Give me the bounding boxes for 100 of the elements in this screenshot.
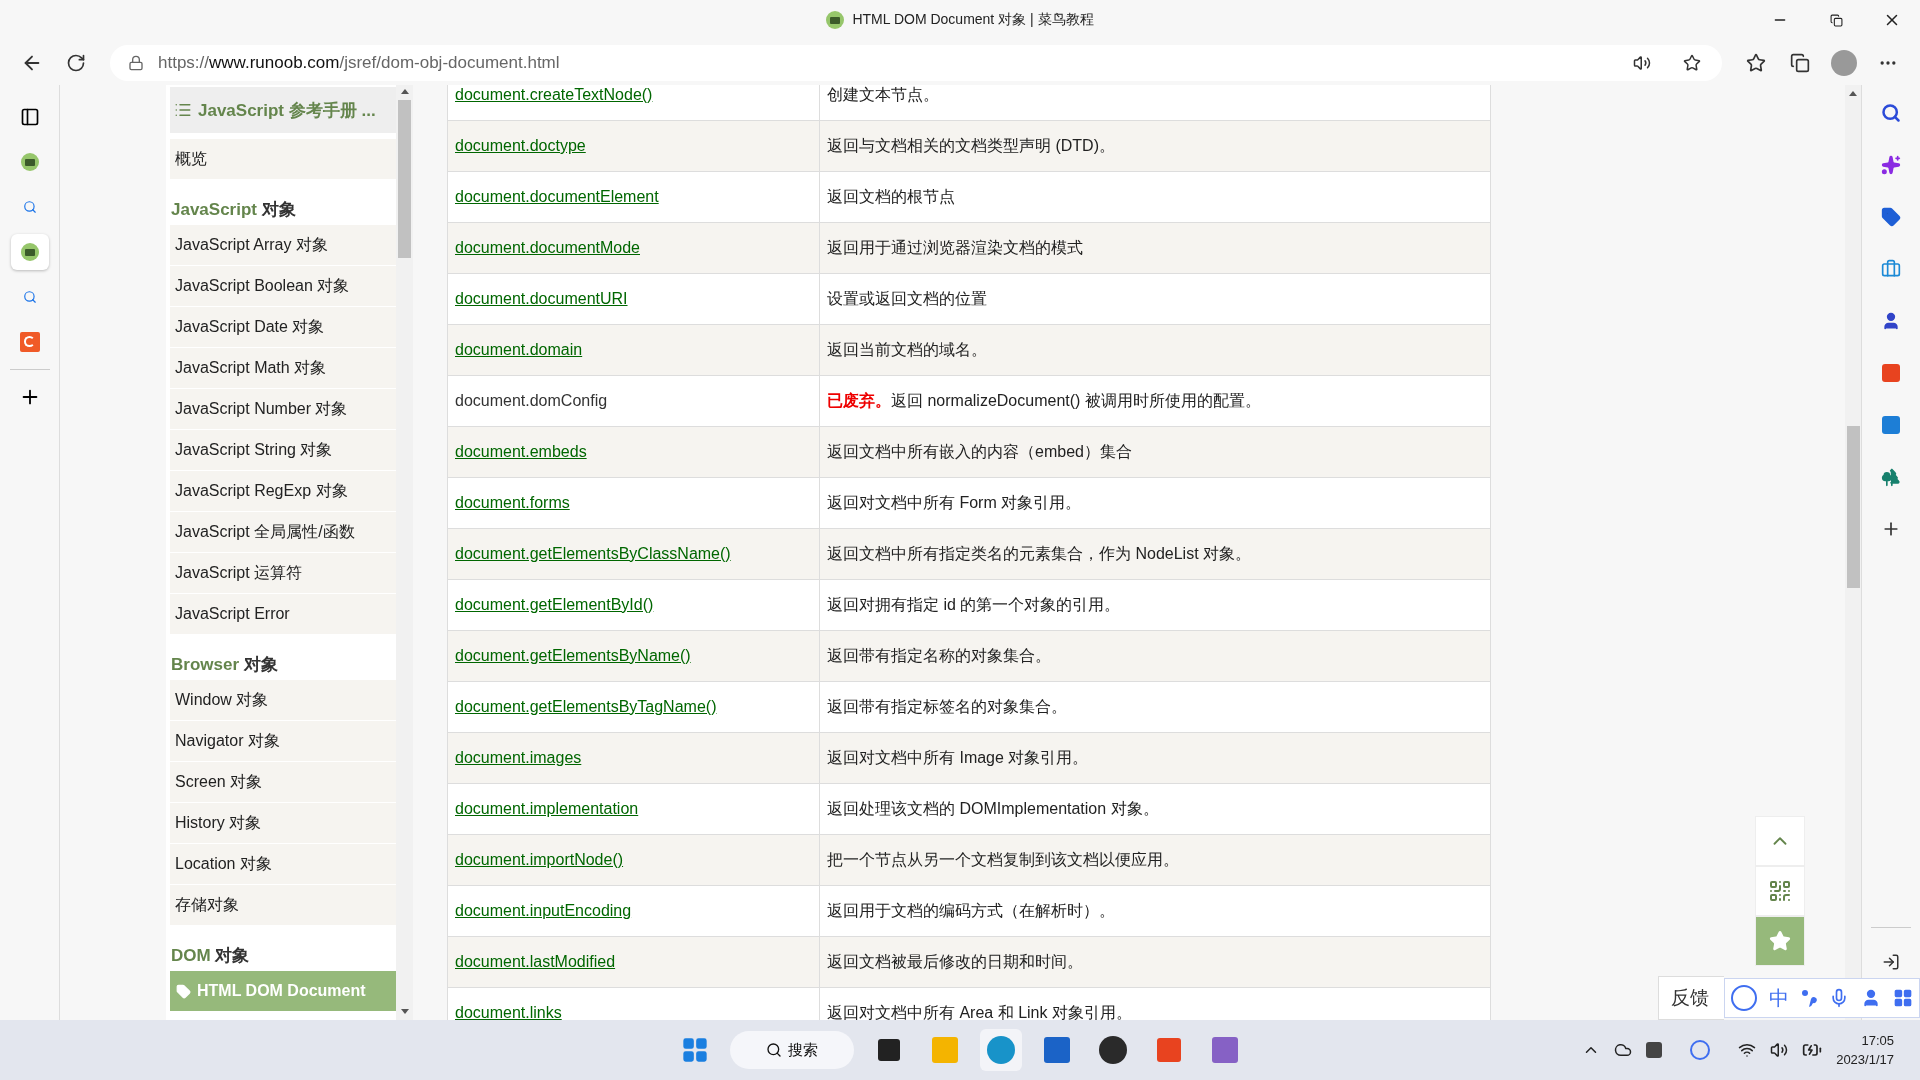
property-link[interactable]: document.importNode(): [455, 851, 624, 869]
volume-icon[interactable]: [1770, 1041, 1789, 1059]
search-icon[interactable]: [22, 290, 37, 304]
section-heading: DOM 对象: [170, 945, 251, 967]
property-description: 把一个节点从另一个文档复制到该文档以便应用。: [827, 849, 1179, 870]
restore-icon[interactable]: [1829, 13, 1843, 27]
tree-icon[interactable]: [1881, 467, 1901, 487]
feedback-button[interactable]: 反馈: [1658, 976, 1724, 1020]
cloud-icon[interactable]: [1614, 1041, 1633, 1059]
property-description: 设置或返回文档的位置: [827, 288, 987, 309]
property-description: 返回用于文档的编码方式（在解析时）。: [827, 900, 1115, 921]
property-link[interactable]: document.images: [455, 749, 582, 767]
circle-app-icon[interactable]: [1099, 1036, 1127, 1064]
property-description: 返回对文档中所有 Area 和 Link 对象引用。: [827, 1002, 1132, 1020]
app-icon[interactable]: [19, 332, 40, 352]
property-description: 已废弃。返回 normalizeDocument() 被调用时所使用的配置。: [827, 390, 1261, 411]
sidebar-item[interactable]: JavaScript Date 对象: [170, 307, 396, 348]
sidebar-item[interactable]: JavaScript Array 对象: [170, 225, 396, 266]
microphone-icon[interactable]: [1829, 988, 1849, 1008]
search-icon[interactable]: [1881, 103, 1901, 123]
property-link[interactable]: document.getElementsByTagName(): [455, 698, 717, 716]
sidebar-item[interactable]: Location 对象: [170, 844, 396, 885]
address-bar[interactable]: https://www.runoob.com/jsref/dom-obj-document.html: [110, 44, 1722, 81]
property-description: 返回对拥有指定 id 的第一个对象的引用。: [827, 594, 1121, 615]
site-logo-icon[interactable]: [20, 243, 39, 261]
lock-icon: [128, 54, 144, 71]
windows-start-icon[interactable]: [681, 1036, 709, 1064]
property-description: 返回与文档相关的文档类型声明 (DTD)。: [827, 135, 1115, 156]
sidebar-item[interactable]: JavaScript Number 对象: [170, 389, 396, 430]
sidebar-item[interactable]: History 对象: [170, 803, 396, 844]
toolbox-icon[interactable]: [1881, 259, 1901, 279]
sidebar-item[interactable]: Navigator 对象: [170, 721, 396, 762]
taskbar-search[interactable]: 搜索: [730, 1031, 854, 1069]
collections-icon[interactable]: [1790, 52, 1810, 73]
property-link[interactable]: document.getElementsByClassName(): [455, 545, 731, 563]
ifly-icon[interactable]: [1731, 985, 1757, 1011]
property-description: 返回文档被最后修改的日期和时间。: [827, 951, 1083, 972]
user-icon[interactable]: [1861, 988, 1881, 1008]
star-icon: [1769, 930, 1791, 952]
input-mode-button[interactable]: 中: [1769, 984, 1789, 1012]
active-tab[interactable]: [10, 234, 49, 270]
clock-date[interactable]: 2023/1/17: [1836, 1050, 1894, 1069]
section-heading: JavaScript 对象: [170, 199, 297, 221]
profile-avatar[interactable]: [1831, 49, 1857, 76]
qr-code-button[interactable]: [1755, 866, 1805, 916]
search-icon[interactable]: [22, 200, 37, 214]
property-link[interactable]: document.forms: [455, 494, 570, 512]
tag-icon: [176, 983, 191, 999]
sidebar-item[interactable]: JavaScript 全局属性/函数: [170, 512, 396, 553]
sidebar-item[interactable]: JavaScript String 对象: [170, 430, 396, 471]
property-name: document.domConfig: [455, 392, 608, 410]
sidebar-item[interactable]: 概览: [170, 139, 396, 180]
tab-actions-icon[interactable]: [19, 107, 40, 127]
refresh-icon[interactable]: [66, 52, 86, 73]
property-link[interactable]: document.embeds: [455, 443, 587, 461]
sidebar-item[interactable]: 存储对象: [170, 885, 396, 926]
property-description: 返回对文档中所有 Image 对象引用。: [827, 747, 1089, 768]
property-link[interactable]: document.domain: [455, 341, 583, 359]
property-link[interactable]: document.getElementsByName(): [455, 647, 691, 665]
page-scrollbar[interactable]: [1845, 85, 1861, 1020]
sidebar-item[interactable]: JavaScript 运算符: [170, 553, 396, 594]
property-link[interactable]: document.lastModified: [455, 953, 616, 971]
ifly-icon[interactable]: [1690, 1040, 1711, 1060]
property-link[interactable]: document.createTextNode(): [455, 86, 653, 104]
property-link[interactable]: document.inputEncoding: [455, 902, 632, 920]
site-logo-icon[interactable]: [20, 153, 39, 171]
sidebar-item[interactable]: JavaScript Error: [170, 594, 396, 635]
property-description: 创建文本节点。: [827, 85, 939, 105]
section-heading: Browser 对象: [170, 654, 279, 676]
property-link[interactable]: document.doctype: [455, 137, 586, 155]
property-description: 返回处理该文档的 DOMImplementation 对象。: [827, 798, 1159, 819]
property-description: 返回用于通过浏览器渲染文档的模式: [827, 237, 1083, 258]
sidebar-item[interactable]: Window 对象: [170, 680, 396, 721]
sidebar-item[interactable]: JavaScript RegExp 对象: [170, 471, 396, 512]
property-link[interactable]: document.documentElement: [455, 188, 659, 206]
active-app-tile[interactable]: [980, 1029, 1022, 1071]
property-description: 返回带有指定名称的对象集合。: [827, 645, 1051, 666]
hide-sidebar-icon[interactable]: [1882, 953, 1900, 971]
favorites-icon[interactable]: [1746, 52, 1766, 73]
sidebar-item[interactable]: JavaScript Math 对象: [170, 348, 396, 389]
property-link[interactable]: document.links: [455, 1004, 562, 1020]
property-link[interactable]: document.getElementById(): [455, 596, 654, 614]
sidebar-item[interactable]: JavaScript Boolean 对象: [170, 266, 396, 307]
property-description: 返回带有指定标签名的对象集合。: [827, 696, 1067, 717]
clock-time[interactable]: 17:05: [1861, 1031, 1894, 1050]
sidebar-item[interactable]: Screen 对象: [170, 762, 396, 803]
read-aloud-icon[interactable]: [1633, 53, 1651, 72]
sidebar-scrollbar[interactable]: [396, 85, 413, 1020]
property-link[interactable]: document.implementation: [455, 800, 639, 818]
punctuation-icon[interactable]: [1801, 988, 1817, 1008]
tag-icon[interactable]: [1881, 207, 1901, 227]
wifi-icon[interactable]: [1738, 1041, 1757, 1059]
property-description: 返回对文档中所有 Form 对象引用。: [827, 492, 1082, 513]
list-icon: [174, 101, 192, 119]
apps-icon[interactable]: [1893, 988, 1913, 1008]
property-link[interactable]: document.documentMode: [455, 239, 640, 257]
property-link[interactable]: document.documentURI: [455, 290, 628, 308]
property-description: 返回当前文档的域名。: [827, 339, 987, 360]
property-description: 返回文档中所有嵌入的内容（embed）集合: [827, 441, 1132, 462]
sparkle-icon[interactable]: [1881, 155, 1901, 175]
